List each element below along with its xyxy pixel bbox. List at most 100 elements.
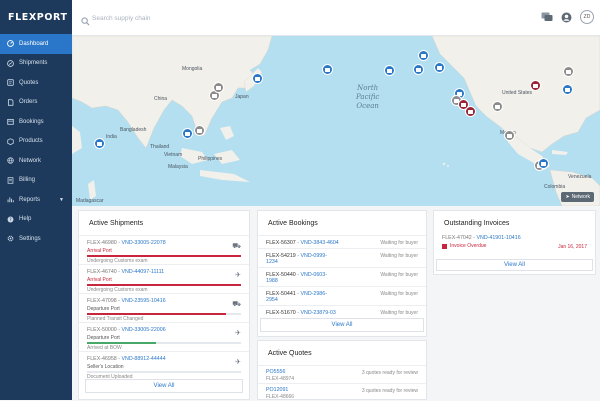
shipment-ref-link[interactable]: VND-44097-11111 bbox=[121, 269, 164, 275]
sidebar-item-orders[interactable]: Orders bbox=[0, 93, 72, 113]
billing-icon bbox=[7, 177, 14, 184]
shipments-view-all-button[interactable]: View All bbox=[85, 379, 243, 393]
map-marker[interactable] bbox=[213, 82, 224, 93]
map-label-india: India bbox=[106, 134, 117, 140]
booking-ref-continued[interactable]: 1988 bbox=[266, 278, 418, 284]
booking-row[interactable]: FLEX-50441 - VND-2986- 2954 Waiting for bu… bbox=[258, 286, 426, 305]
quote-status: 3 quotes ready for review bbox=[361, 370, 418, 376]
orders-icon bbox=[7, 99, 14, 106]
booking-ref-link[interactable]: VND-3843-4604 bbox=[300, 240, 338, 246]
shipment-id[interactable]: FLEX-46980 bbox=[87, 240, 117, 246]
bookings-view-all-button[interactable]: View All bbox=[260, 318, 424, 332]
quote-row[interactable]: PO5556 FLEX-48974 3 quotes ready for revie… bbox=[258, 365, 426, 383]
shipment-status: Departure Port bbox=[87, 335, 120, 341]
quote-status: 3 quotes ready for review bbox=[361, 388, 418, 394]
shipments-icon bbox=[7, 59, 14, 67]
sidebar-item-network[interactable]: Network bbox=[0, 151, 72, 171]
shipment-id[interactable]: FLEX-47098 bbox=[87, 298, 117, 304]
sidebar-item-quotes[interactable]: Quotes bbox=[0, 73, 72, 93]
shipment-ref-link[interactable]: VND-23595-10416 bbox=[121, 298, 165, 304]
account-icon[interactable] bbox=[560, 11, 573, 24]
shipment-id[interactable]: FLEX-50000 bbox=[87, 327, 117, 333]
booking-id[interactable]: FLEX-56307 bbox=[266, 240, 296, 246]
booking-ref-link[interactable]: VND-0999- bbox=[300, 253, 327, 259]
map-marker[interactable] bbox=[530, 80, 541, 91]
app-frame: FLEXPORT Dashboard Shipments Quotes Orde… bbox=[0, 0, 600, 400]
help-icon: ? bbox=[7, 216, 14, 223]
map-marker[interactable] bbox=[182, 128, 193, 139]
sidebar-item-help[interactable]: ? Help bbox=[0, 210, 72, 230]
sidebar: FLEXPORT Dashboard Shipments Quotes Orde… bbox=[0, 0, 72, 400]
avatar[interactable]: ZD bbox=[580, 10, 594, 24]
brand-logo[interactable]: FLEXPORT bbox=[0, 0, 72, 34]
booking-ref-link[interactable]: VND-23879-03 bbox=[300, 310, 335, 316]
shipment-id-line: FLEX-46958 - VND-88912-44444 bbox=[87, 356, 241, 362]
shipment-ref-link[interactable]: VND-33005-22078 bbox=[121, 240, 165, 246]
active-bookings-title: Active Bookings bbox=[268, 220, 318, 227]
shipment-row[interactable]: FLEX-47098 - VND-23595-10416 Departure Po… bbox=[79, 293, 249, 322]
outstanding-invoices-title: Outstanding Invoices bbox=[444, 220, 510, 227]
invoices-view-all-button[interactable]: View All bbox=[436, 259, 593, 271]
booking-ref-link[interactable]: VND-0603- bbox=[300, 272, 327, 278]
quote-row[interactable]: PO12091 FLEX-48666 3 quotes ready for revi… bbox=[258, 383, 426, 401]
map-marker[interactable] bbox=[492, 101, 503, 112]
booking-ref-continued[interactable]: 1234 bbox=[266, 259, 418, 265]
map-marker[interactable] bbox=[562, 84, 573, 95]
invoice-row[interactable]: FLEX-47042 - VND-41901-10416 Invoice Over… bbox=[434, 235, 595, 257]
map-marker[interactable] bbox=[418, 50, 429, 61]
messages-icon[interactable] bbox=[540, 11, 553, 24]
shipment-row[interactable]: FLEX-46980 - VND-33005-22078 Arrival Port… bbox=[79, 235, 249, 264]
invoice-ref-link[interactable]: VND-41901-10416 bbox=[476, 235, 520, 241]
sidebar-item-dashboard[interactable]: Dashboard bbox=[0, 34, 72, 54]
shipment-ref-link[interactable]: VND-88912-44444 bbox=[121, 356, 165, 362]
booking-row[interactable]: FLEX-50440 - VND-0603- 1988 Waiting for bu… bbox=[258, 267, 426, 286]
network-button[interactable]: ➤ Network bbox=[561, 192, 594, 202]
network-icon bbox=[7, 157, 14, 164]
shipment-row[interactable]: FLEX-46740 - VND-44097-11111 Arrival Port… bbox=[79, 264, 249, 293]
sidebar-item-label: Dashboard bbox=[19, 40, 49, 47]
booking-row[interactable]: FLEX-56307 - VND-3843-4604 Waiting for bu… bbox=[258, 235, 426, 248]
shipment-status: Seller's Location bbox=[87, 364, 124, 370]
map-marker[interactable] bbox=[413, 64, 424, 75]
search-input[interactable] bbox=[92, 10, 292, 26]
shipment-ref-link[interactable]: VND-33005-22006 bbox=[121, 327, 165, 333]
map-marker[interactable] bbox=[538, 158, 549, 169]
shipment-status: Departure Port bbox=[87, 306, 120, 312]
shipment-id[interactable]: FLEX-46740 bbox=[87, 269, 117, 275]
map-marker[interactable] bbox=[252, 73, 263, 84]
booking-row[interactable]: FLEX-54219 - VND-0999- 1234 Waiting for bu… bbox=[258, 248, 426, 267]
calendar-icon bbox=[442, 243, 447, 249]
booking-id[interactable]: FLEX-51670 bbox=[266, 310, 296, 316]
map-marker[interactable] bbox=[94, 138, 105, 149]
sidebar-item-products[interactable]: Products bbox=[0, 132, 72, 152]
map-marker[interactable] bbox=[563, 66, 574, 77]
booking-status: Waiting for buyer bbox=[380, 240, 418, 246]
booking-row[interactable]: FLEX-51670 - VND-23879-03 Waiting for buy… bbox=[258, 305, 426, 318]
map-landmass bbox=[72, 36, 600, 206]
sidebar-item-label: Bookings bbox=[19, 118, 44, 125]
sidebar-item-billing[interactable]: Billing bbox=[0, 171, 72, 191]
invoice-id[interactable]: FLEX-47042 bbox=[442, 235, 472, 241]
booking-list: FLEX-56307 - VND-3843-4604 Waiting for bu… bbox=[258, 235, 426, 318]
map-marker[interactable] bbox=[194, 125, 205, 136]
map-marker[interactable] bbox=[504, 130, 515, 141]
map-label-colombia: Colombia bbox=[544, 184, 566, 190]
map-label-philippines: Philippines bbox=[198, 156, 223, 162]
booking-ref-link[interactable]: VND-2986- bbox=[300, 291, 327, 297]
map-marker[interactable] bbox=[322, 64, 333, 75]
map-label-bangladesh: Bangladesh bbox=[120, 127, 147, 133]
booking-ref-continued[interactable]: 2954 bbox=[266, 297, 418, 303]
search-icon bbox=[81, 13, 90, 26]
shipment-row[interactable]: FLEX-46958 - VND-88912-44444 Seller's Loc… bbox=[79, 351, 249, 380]
map-marker[interactable] bbox=[384, 65, 395, 76]
sidebar-item-bookings[interactable]: Bookings bbox=[0, 112, 72, 132]
shipment-id[interactable]: FLEX-46958 bbox=[87, 356, 117, 362]
shipment-row[interactable]: FLEX-50000 - VND-33005-22006 Departure Po… bbox=[79, 322, 249, 351]
sidebar-item-reports[interactable]: Reports ▼ bbox=[0, 190, 72, 210]
map-marker[interactable] bbox=[465, 106, 476, 117]
map-label-united-states: United States bbox=[502, 90, 533, 96]
sidebar-item-settings[interactable]: Settings bbox=[0, 229, 72, 249]
sidebar-item-shipments[interactable]: Shipments bbox=[0, 54, 72, 74]
shipment-map[interactable]: Mongolia China Japan India Bangladesh Th… bbox=[72, 36, 600, 206]
map-marker[interactable] bbox=[434, 62, 445, 73]
